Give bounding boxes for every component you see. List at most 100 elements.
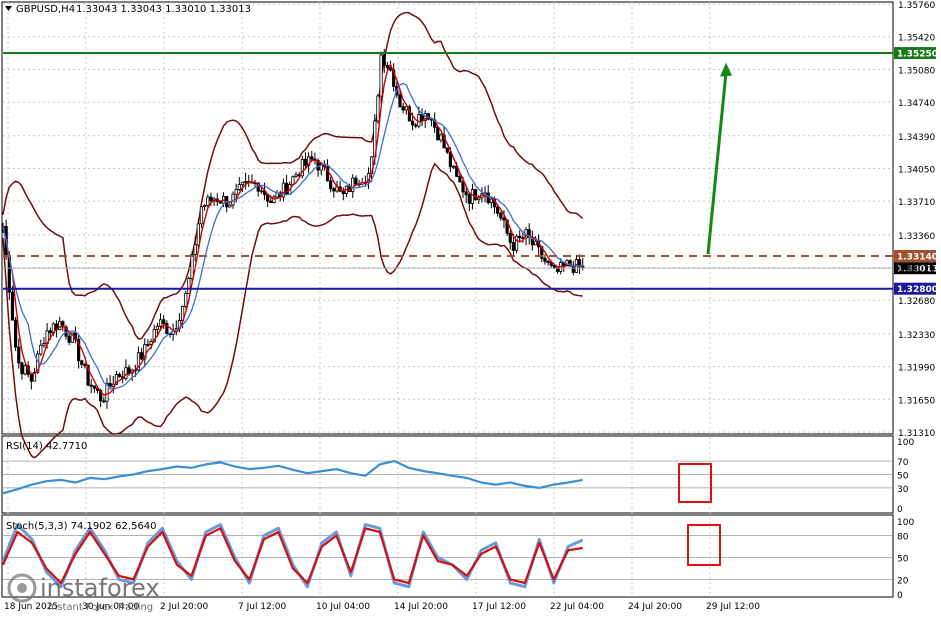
chart-ohlc-values: 1.33043 1.33043 1.33010 1.33013	[76, 4, 251, 15]
indicator-tick-label: 50	[897, 472, 909, 482]
candle-body	[89, 384, 93, 387]
candle-body	[102, 400, 106, 403]
candle-body	[108, 382, 112, 387]
candle-body	[14, 319, 18, 348]
candle-body	[376, 95, 380, 122]
x-tick-label: 17 Jul 12:00	[472, 602, 526, 612]
candle-body	[379, 54, 383, 97]
logo-tagline: Instant Forex Trading	[48, 602, 153, 613]
indicator-tick-label: 50	[897, 555, 909, 565]
y-tick-label: 1.35760	[898, 1, 935, 11]
candle-body	[10, 291, 15, 321]
candle-body	[341, 190, 345, 194]
x-tick-label: 2 Jul 20:00	[160, 602, 209, 612]
candle-body	[259, 190, 263, 193]
chart-canvas[interactable]: 1.352501.331401.330131.32800 1.357601.35…	[0, 0, 941, 616]
indicator-tick-label: 30	[897, 485, 909, 495]
candle-body	[20, 362, 24, 375]
candle-body	[508, 232, 512, 243]
y-tick-label: 1.33360	[898, 232, 935, 242]
candle-body	[190, 254, 194, 279]
candle-body	[39, 344, 43, 355]
candle-body	[209, 196, 213, 202]
candle-body	[546, 260, 550, 263]
indicator-tick-label: 100	[897, 518, 914, 528]
candle-body	[436, 126, 440, 141]
y-tick-label: 1.35080	[898, 66, 935, 76]
candle-body	[445, 147, 449, 153]
candle-body	[127, 367, 131, 374]
candle-body	[294, 174, 298, 178]
y-tick-label: 1.32330	[898, 331, 935, 341]
logo-name: instaforex	[40, 574, 160, 602]
candle-body	[543, 257, 547, 262]
candle-body	[162, 319, 166, 324]
y-tick-label: 1.31650	[898, 396, 935, 406]
price-tag-label: 1.33140	[897, 252, 938, 262]
y-tick-label: 1.33710	[898, 198, 935, 208]
candle-body	[206, 196, 210, 206]
candle-body	[351, 177, 355, 193]
candle-body	[42, 343, 46, 346]
price-tag-label: 1.35250	[897, 50, 938, 60]
chart-symbol-timeframe: GBPUSD,H4	[16, 4, 75, 15]
candle-body	[382, 54, 386, 66]
y-tick-label: 1.32680	[898, 297, 935, 307]
candle-body	[410, 120, 415, 126]
x-tick-label: 22 Jul 04:00	[550, 602, 604, 612]
candle-body	[518, 235, 522, 239]
y-tick-label: 1.34390	[898, 133, 935, 143]
candle-body	[244, 180, 248, 183]
candle-body	[486, 192, 490, 203]
candle-body	[193, 244, 197, 255]
candle-body	[489, 198, 493, 203]
candle-body	[458, 176, 462, 183]
candle-body	[80, 360, 84, 365]
candle-body	[117, 374, 122, 378]
indicator-tick-label: 0	[897, 505, 903, 515]
candle-body	[310, 156, 314, 160]
price-tag-label: 1.32800	[897, 285, 938, 295]
candle-body	[199, 206, 204, 225]
candle-body	[155, 325, 159, 330]
candle-body	[228, 204, 232, 208]
candle-body	[414, 124, 418, 127]
candle-body	[470, 189, 475, 204]
stoch-header: Stoch(5,3,3) 74.1902 62.5640	[6, 521, 157, 532]
candle-body	[398, 94, 402, 108]
candle-body	[401, 106, 405, 111]
candle-body	[237, 184, 241, 190]
candle-body	[184, 293, 188, 307]
logo-mark-inner-icon	[17, 583, 27, 593]
candle-body	[332, 188, 336, 192]
y-tick-label: 1.35420	[898, 34, 935, 44]
y-tick-label: 1.34740	[898, 99, 935, 109]
candle-body	[464, 191, 468, 196]
candle-body	[23, 365, 27, 375]
y-tick-label: 1.34050	[898, 165, 935, 175]
rsi-header: RSI(14) 42.7710	[6, 441, 87, 452]
candle-body	[146, 344, 150, 346]
candle-body	[474, 189, 478, 201]
y-tick-label: 1.31990	[898, 364, 935, 374]
candle-body	[496, 206, 500, 214]
candle-body	[511, 242, 516, 251]
candle-body	[451, 165, 456, 168]
candle-body	[83, 364, 87, 366]
x-tick-label: 7 Jul 12:00	[238, 602, 287, 612]
candle-body	[234, 189, 238, 195]
candle-body	[303, 158, 308, 166]
candle-body	[240, 181, 245, 186]
candle-body	[140, 352, 144, 360]
candle-body	[269, 200, 273, 204]
candle-body	[385, 64, 389, 68]
chart-window: 1.35250 1.33140 1.33013 1.32800 1.35760 1.35…	[0, 0, 941, 616]
candle-body	[467, 194, 471, 204]
candle-body	[461, 181, 465, 193]
candle-body	[92, 385, 96, 389]
indicator-tick-label: 0	[897, 591, 903, 601]
candle-body	[67, 335, 71, 343]
indicator-tick-label: 20	[897, 576, 909, 586]
indicator-tick-label: 80	[897, 533, 909, 543]
candle-body	[203, 204, 207, 208]
